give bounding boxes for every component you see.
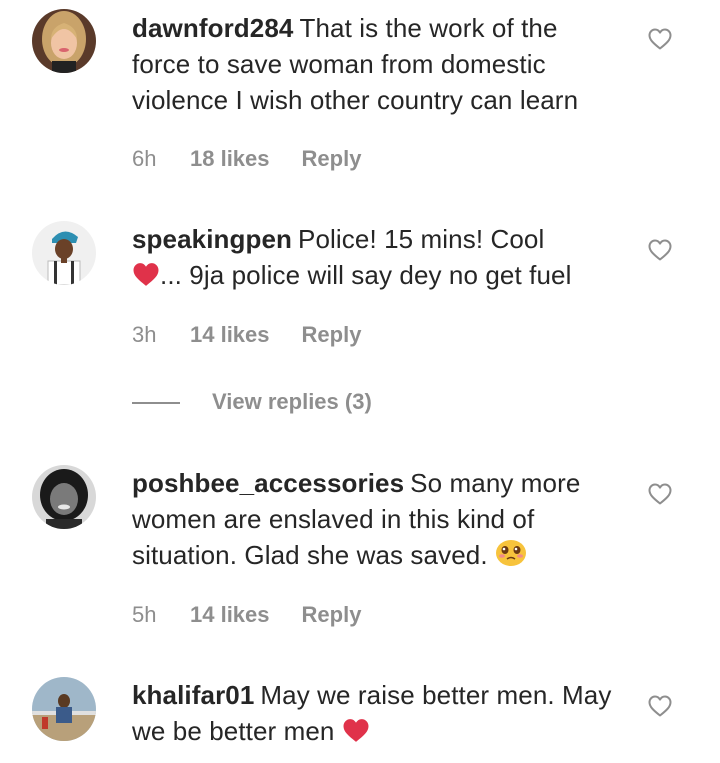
comment-text: dawnford284 That is the work of the force…: [132, 10, 622, 118]
avatar[interactable]: [32, 9, 96, 73]
like-heart-icon[interactable]: [648, 28, 672, 50]
comment-meta: 3h 14 likes Reply: [132, 320, 361, 350]
view-replies-divider: [132, 402, 180, 405]
comment-text: khalifar01 May we raise better men. May w…: [132, 677, 622, 752]
comment-username[interactable]: speakingpen: [132, 224, 292, 254]
reply-button[interactable]: Reply: [302, 144, 362, 174]
comment-username[interactable]: poshbee_accessories: [132, 468, 404, 498]
likes-count-link[interactable]: 14 likes: [190, 600, 270, 630]
likes-count-link[interactable]: 18 likes: [190, 144, 270, 174]
view-replies-button[interactable]: View replies (3): [132, 386, 372, 418]
view-replies-label: View replies (3): [212, 389, 372, 414]
like-heart-icon[interactable]: [648, 483, 672, 505]
comment-username[interactable]: khalifar01: [132, 680, 254, 710]
comment-body-part-2: ... 9ja police will say dey no get fuel: [160, 260, 572, 290]
reply-button[interactable]: Reply: [302, 600, 362, 630]
red-heart-emoji-icon: [342, 716, 370, 752]
comment-timestamp: 6h: [132, 146, 157, 171]
comment-meta: 5h 14 likes Reply: [132, 600, 361, 630]
avatar[interactable]: [32, 221, 96, 285]
like-heart-icon[interactable]: [648, 695, 672, 717]
comment-text: speakingpen Police! 15 mins! Cool ... 9ja…: [132, 221, 622, 296]
comment-username[interactable]: dawnford284: [132, 13, 293, 43]
pleading-face-emoji-icon: [495, 537, 527, 576]
avatar[interactable]: [32, 677, 96, 741]
likes-count-link[interactable]: 14 likes: [190, 320, 270, 350]
comment-body-part-1: Police! 15 mins! Cool: [298, 224, 545, 254]
comment-meta: 6h 18 likes Reply: [132, 144, 361, 174]
comment-text: poshbee_accessories So many more women ar…: [132, 465, 622, 576]
comment-timestamp: 5h: [132, 602, 157, 627]
comment-timestamp: 3h: [132, 322, 157, 347]
red-heart-emoji-icon: [132, 260, 160, 296]
reply-button[interactable]: Reply: [302, 320, 362, 350]
avatar[interactable]: [32, 465, 96, 529]
like-heart-icon[interactable]: [648, 239, 672, 261]
